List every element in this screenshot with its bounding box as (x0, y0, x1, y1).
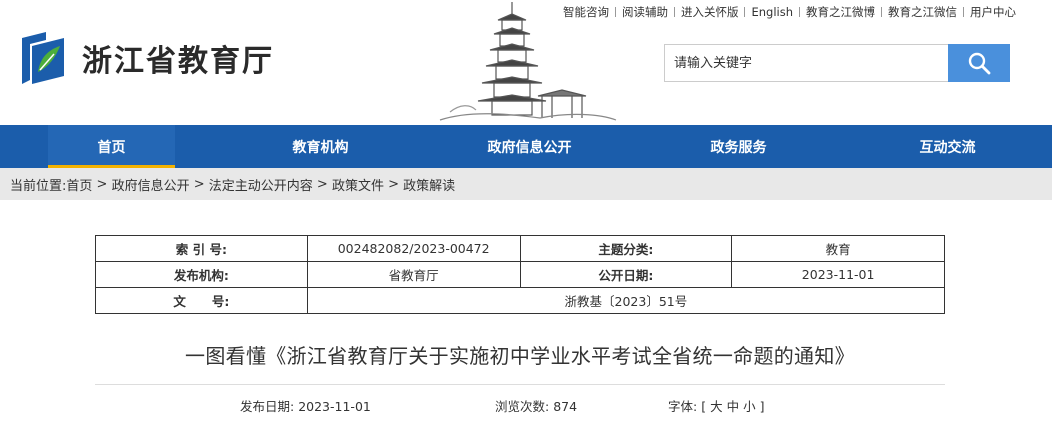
table-row: 发布机构: 省教育厅 公开日期: 2023-11-01 (95, 261, 945, 288)
breadcrumb-home[interactable]: 首页 (66, 175, 92, 194)
nav-education-institutions[interactable]: 教育机构 (257, 125, 384, 168)
topic-label: 主题分类: (519, 235, 733, 262)
font-size-medium-button[interactable]: 中 (727, 399, 740, 414)
toplink-smart-consult[interactable]: 智能咨询 (557, 4, 615, 20)
publish-date: 2023-11-01 (298, 399, 371, 414)
font-size-large-button[interactable]: 大 (710, 399, 723, 414)
index-value: 002482082/2023-00472 (306, 235, 521, 262)
date-label: 公开日期: (519, 261, 733, 288)
logo-emblem-icon (22, 32, 64, 84)
main-nav: 首页 教育机构 政府信息公开 政务服务 互动交流 (0, 125, 1052, 168)
breadcrumb-separator: > (189, 176, 209, 192)
site-logo[interactable]: 浙江省教育厅 (18, 30, 274, 86)
font-bracket-close: ] (759, 399, 765, 414)
nav-home[interactable]: 首页 (48, 125, 175, 168)
publish-date-meta: 发布日期: 2023-11-01 (240, 396, 371, 415)
document-info-table: 索 引 号: 002482082/2023-00472 主题分类: 教育 发布机… (95, 235, 946, 314)
toplink-wechat[interactable]: 教育之江微信 (882, 4, 963, 20)
font-bracket-open: [ (701, 399, 707, 414)
docno-value: 浙教基〔2023〕51号 (306, 287, 946, 314)
topic-value: 教育 (731, 235, 945, 262)
top-links: 智能咨询 阅读辅助 进入关怀版 English 教育之江微博 教育之江微信 用户… (557, 4, 1022, 20)
breadcrumb-policy-interpretation[interactable]: 政策解读 (403, 175, 455, 194)
breadcrumb-policy-documents[interactable]: 政策文件 (332, 175, 384, 194)
views-label: 浏览次数: (495, 399, 550, 414)
search-icon (968, 52, 991, 75)
search-button[interactable] (948, 44, 1010, 82)
toplink-reading-aid[interactable]: 阅读辅助 (616, 4, 674, 20)
search-input[interactable] (664, 44, 948, 82)
toplink-english[interactable]: English (745, 5, 799, 19)
search-bar (664, 44, 1010, 82)
breadcrumb-prefix: 当前位置: (10, 178, 67, 194)
org-label: 发布机构: (95, 261, 308, 288)
toplink-user-center[interactable]: 用户中心 (964, 4, 1022, 20)
article-title: 一图看懂《浙江省教育厅关于实施初中学业水平考试全省统一命题的通知》 (185, 344, 855, 368)
publish-label: 发布日期: (240, 399, 295, 414)
site-name: 浙江省教育厅 (82, 44, 274, 79)
breadcrumb-statutory-content[interactable]: 法定主动公开内容 (209, 175, 313, 194)
org-value: 省教育厅 (306, 261, 521, 288)
font-size-control: 字体: [ 大 中 小 ] (668, 396, 764, 415)
view-count-meta: 浏览次数: 874 (495, 396, 577, 415)
breadcrumb-separator: > (92, 176, 112, 192)
table-row: 文 号: 浙教基〔2023〕51号 (95, 287, 946, 314)
nav-government-info[interactable]: 政府信息公开 (466, 125, 593, 168)
divider (95, 384, 945, 385)
breadcrumb-separator: > (383, 176, 404, 192)
site-header: 浙江省教育厅 智能咨询 阅读辅助 进入关怀版 English 教育之江微博 教育… (0, 0, 1052, 125)
views-count: 874 (553, 399, 578, 414)
docno-label: 文 号: (95, 287, 308, 314)
breadcrumb-government-info[interactable]: 政府信息公开 (112, 175, 190, 194)
nav-government-services[interactable]: 政务服务 (675, 125, 802, 168)
breadcrumb: 当前位置: 首页 > 政府信息公开 > 法定主动公开内容 > 政策文件 > 政策… (0, 168, 1052, 200)
toplink-care-version[interactable]: 进入关怀版 (675, 4, 745, 20)
nav-interaction[interactable]: 互动交流 (884, 125, 1011, 168)
font-label: 字体: (668, 399, 698, 414)
font-size-small-button[interactable]: 小 (743, 399, 756, 414)
breadcrumb-separator: > (312, 176, 332, 192)
table-row: 索 引 号: 002482082/2023-00472 主题分类: 教育 (95, 235, 945, 262)
index-label: 索 引 号: (95, 235, 308, 262)
date-value: 2023-11-01 (731, 261, 945, 288)
toplink-weibo[interactable]: 教育之江微博 (800, 4, 881, 20)
